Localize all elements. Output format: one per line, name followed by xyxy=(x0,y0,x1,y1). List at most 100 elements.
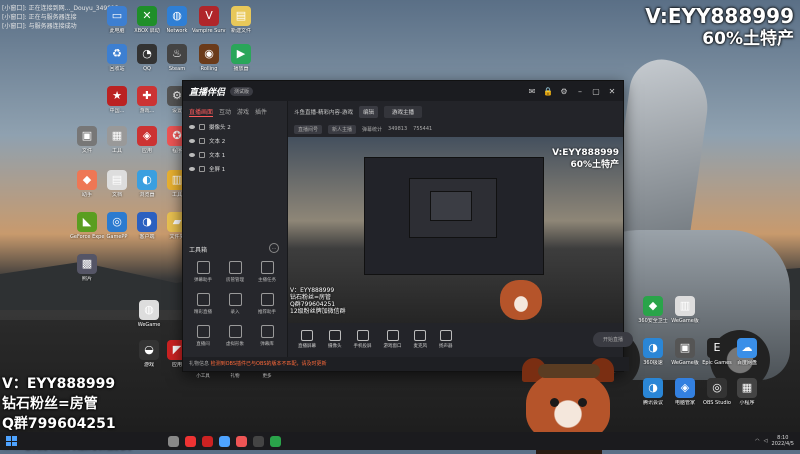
source-control[interactable]: 游戏窗口 xyxy=(384,329,402,349)
layer-item[interactable]: 文本 1 xyxy=(183,148,287,162)
desktop-icon-app9[interactable]: ▤ 文档 xyxy=(100,170,134,198)
toolbox-item[interactable]: 弹幕库 xyxy=(251,325,283,347)
close-icon[interactable]: ✕ xyxy=(607,87,617,96)
desktop-icon-app8[interactable]: ◆ 助手 xyxy=(70,170,104,198)
desktop-icon-app10[interactable]: ◐ 浏览器 xyxy=(130,170,164,198)
tab-interact[interactable]: 互动 xyxy=(219,107,231,117)
taskbar-app-icon[interactable] xyxy=(270,435,281,447)
live-companion-window[interactable]: 直播伴侣 测试版 ✉ 🔒 ⚙ – ▢ ✕ 直播画面 互动 游戏 插件 摄像头 2… xyxy=(182,80,633,379)
epic-icon: E xyxy=(707,338,727,358)
xbox-icon: ✕ xyxy=(137,6,157,26)
start-live-button[interactable]: 开始直播 xyxy=(592,331,633,347)
minimize-icon[interactable]: – xyxy=(575,87,585,96)
desktop-icon-r-app4[interactable]: ▣ WeGame版 xyxy=(668,338,702,366)
lock-icon[interactable] xyxy=(199,138,205,144)
layer-item[interactable]: 摄像头 2 xyxy=(183,120,287,134)
desktop-icon-disc[interactable]: ◉ Rolling xyxy=(192,44,226,72)
source-controls: 直播屏幕 摄像头 手机投屏 游戏窗口 麦克风 扬声器 开始直播 xyxy=(288,323,643,355)
desktop-icon-epic[interactable]: E Epic Games xyxy=(700,338,734,366)
desktop-icon-steam[interactable]: ♨ Steam xyxy=(160,44,194,72)
desktop-icon-r-app2[interactable]: ▥ WeGame版 xyxy=(668,296,702,324)
edit-button[interactable]: 编辑 xyxy=(358,106,378,118)
meta-tag: 新人主播 xyxy=(328,124,357,134)
windows-start-icon[interactable] xyxy=(6,436,18,446)
desktop-icon-app4[interactable]: ▣ 文件 xyxy=(70,126,104,154)
desktop-icon-xbox[interactable]: ✕ XBOX 启动 xyxy=(130,6,164,34)
source-control[interactable]: 摄像头 xyxy=(328,329,342,349)
toolbox-item[interactable]: 录入 xyxy=(219,293,251,315)
eye-icon[interactable] xyxy=(189,167,195,171)
desktop-icon-r-app8[interactable]: ▦ 小程序 xyxy=(730,378,764,406)
desktop-icon-r-app5[interactable]: ☁ 百度网盘 xyxy=(730,338,764,366)
lock-icon[interactable] xyxy=(199,124,205,130)
desktop-icon-r-app1[interactable]: ◆ 360安全卫士 xyxy=(636,296,670,324)
desktop-icon-app15[interactable]: ▩ 照片 xyxy=(70,254,104,282)
tab-game[interactable]: 游戏 xyxy=(237,107,249,117)
source-control[interactable]: 手机投屏 xyxy=(354,329,372,349)
overlay-line: Q群799604251 xyxy=(2,416,116,432)
source-control[interactable]: 直播屏幕 xyxy=(298,329,316,349)
desktop-icon-vampire[interactable]: V Vampire Survivors xyxy=(192,6,226,34)
wifi-icon[interactable]: ◠ xyxy=(755,438,759,444)
computer-icon: ▭ xyxy=(107,6,127,26)
desktop-icon-app6[interactable]: ◈ 应用 xyxy=(130,126,164,154)
taskbar-app-icon[interactable] xyxy=(168,435,179,447)
more-icon[interactable]: … xyxy=(269,243,279,253)
desktop-icon-app13[interactable]: ◑ 客户端 xyxy=(130,212,164,240)
taskbar-app-icon[interactable] xyxy=(236,435,247,447)
volume-icon[interactable]: ◁ xyxy=(764,438,768,444)
tab-plugin[interactable]: 插件 xyxy=(255,107,267,117)
meta-tag: 直播间号 xyxy=(294,124,323,134)
toolbox-item[interactable]: 直播间 xyxy=(187,325,219,347)
settings-icon[interactable]: ⚙ xyxy=(559,87,569,96)
toolbox-item[interactable]: 主播任务 xyxy=(251,261,283,283)
desktop-icon-network[interactable]: ◍ Network xyxy=(160,6,194,34)
clock[interactable]: 8:10 2022/4/5 xyxy=(772,435,794,447)
app4-icon: ▣ xyxy=(77,126,97,146)
taskbar-app-icon[interactable] xyxy=(202,435,213,447)
desktop-icon-doc[interactable]: ▤ 新建文件 xyxy=(224,6,258,34)
lock-icon[interactable] xyxy=(199,166,205,172)
eye-icon[interactable] xyxy=(189,153,195,157)
desktop-icon-label: QQ xyxy=(143,66,151,72)
toolbox-item[interactable]: 推荐助手 xyxy=(251,293,283,315)
source-control[interactable]: 麦克风 xyxy=(414,329,427,349)
toolbox-item[interactable]: 弹幕助手 xyxy=(187,261,219,283)
preview-overlay-top-right: V:EYY888999 60%土特产 xyxy=(552,147,619,171)
layer-item[interactable]: 文本 2 xyxy=(183,134,287,148)
app-titlebar[interactable]: 直播伴侣 测试版 ✉ 🔒 ⚙ – ▢ ✕ xyxy=(183,81,623,101)
desktop-icon-app16[interactable]: ◍ WeGame xyxy=(132,300,166,328)
layer-item[interactable]: 全屏 1 xyxy=(183,162,287,176)
desktop-icon-r-app6[interactable]: ◑ 腾讯会议 xyxy=(636,378,670,406)
toolbox-item[interactable]: 虚拟形象 xyxy=(219,325,251,347)
desktop-icon-qq[interactable]: ◔ QQ xyxy=(130,44,164,72)
lock-icon[interactable] xyxy=(199,152,205,158)
desktop-icon-computer[interactable]: ▭ 此电脑 xyxy=(100,6,134,34)
maximize-icon[interactable]: ▢ xyxy=(591,87,601,96)
eye-icon[interactable] xyxy=(189,139,195,143)
eye-icon[interactable] xyxy=(189,125,195,129)
category-field[interactable]: 游戏主播 xyxy=(384,106,423,118)
app16-icon: ◍ xyxy=(139,300,159,320)
desktop-icon-app5[interactable]: ▦ 工具 xyxy=(100,126,134,154)
toolbox-item[interactable]: 房管管理 xyxy=(219,261,251,283)
desktop-icon-play[interactable]: ▶ 播放器 xyxy=(224,44,258,72)
desktop-icon-app2[interactable]: ✚ 游戏... xyxy=(130,86,164,114)
toolbox-item[interactable]: 精彩直播 xyxy=(187,293,219,315)
desktop-icon-app12[interactable]: ◎ GamePP xyxy=(100,212,134,240)
tab-live-view[interactable]: 直播画面 xyxy=(189,107,214,117)
taskbar-app-icon[interactable] xyxy=(219,435,230,447)
desktop-icon-r-app7[interactable]: ◈ 电脑管家 xyxy=(668,378,702,406)
live-preview[interactable]: V:EYY888999 60%土特产 V：EYY888999 钻石粉丝=房管 Q… xyxy=(288,137,623,323)
desktop-icon-recycle[interactable]: ♻ 回收站 xyxy=(100,44,134,72)
taskbar-app-icon[interactable] xyxy=(185,435,196,447)
message-icon[interactable]: ✉ xyxy=(527,87,537,96)
source-control[interactable]: 扬声器 xyxy=(439,329,453,349)
desktop-icon-app1[interactable]: ★ 中国... xyxy=(100,86,134,114)
taskbar-app-icon[interactable] xyxy=(253,435,264,447)
desktop-icon-nvidia[interactable]: ◣ GeForce Experience xyxy=(70,212,104,240)
lock-icon[interactable]: 🔒 xyxy=(543,87,553,96)
desktop-icon-obs[interactable]: ◎ OBS Studio xyxy=(700,378,734,406)
toolbox-title: 工具箱 xyxy=(189,247,208,254)
desktop-icon-label: 360极速 xyxy=(643,360,663,366)
